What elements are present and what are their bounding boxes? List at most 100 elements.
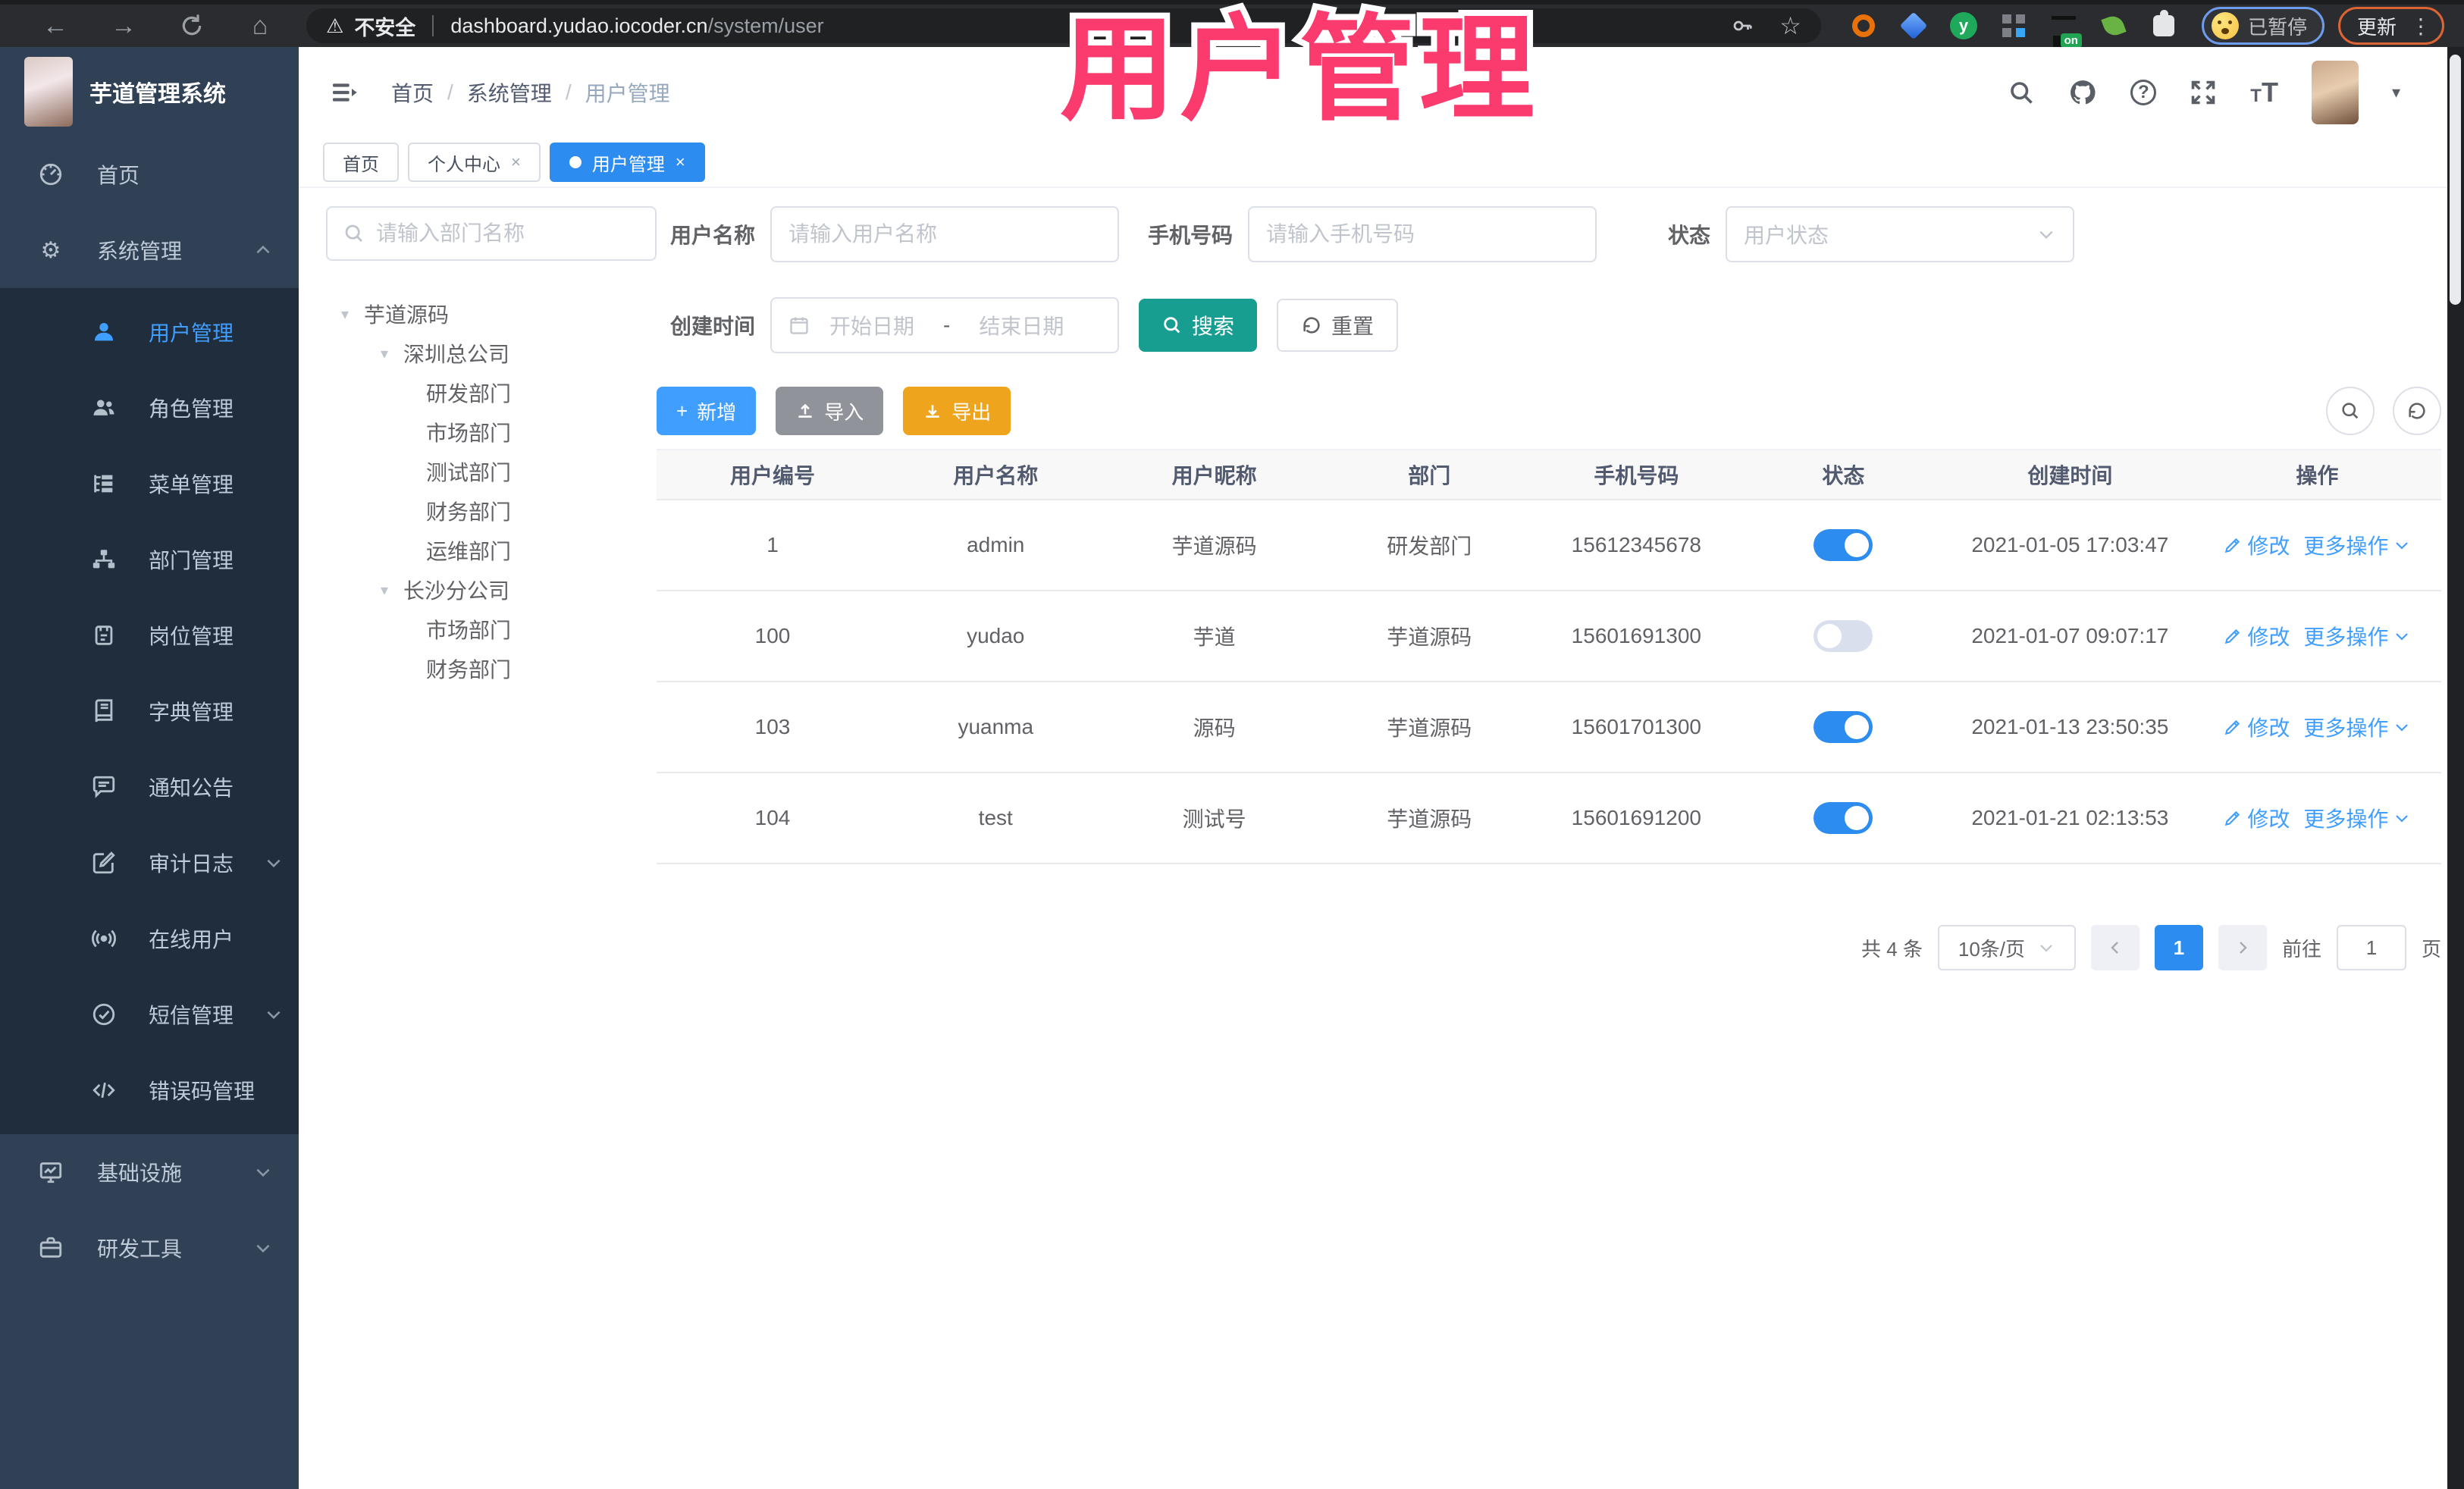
show-search-button[interactable]: [2326, 387, 2375, 435]
github-icon[interactable]: [2068, 78, 2097, 107]
key-icon[interactable]: [1731, 14, 1754, 37]
status-toggle[interactable]: [1814, 711, 1873, 743]
sidebar-item-errcode-mgmt[interactable]: 错误码管理: [0, 1052, 299, 1128]
username-field[interactable]: [770, 206, 1119, 262]
tree-node[interactable]: ▾ 芋道源码: [326, 294, 657, 334]
status-toggle[interactable]: [1814, 529, 1873, 561]
home-icon[interactable]: ⌂: [226, 11, 294, 41]
extension-grid-icon[interactable]: [1998, 11, 2029, 41]
sidebar-item-online-users[interactable]: 在线用户: [0, 901, 299, 976]
reset-button[interactable]: 重置: [1277, 299, 1399, 352]
sidebar-item-dict-mgmt[interactable]: 字典管理: [0, 673, 299, 749]
add-button[interactable]: + 新增: [657, 387, 757, 435]
dept-search-input[interactable]: [376, 221, 640, 246]
breadcrumb-item[interactable]: 首页: [391, 77, 434, 108]
refresh-button[interactable]: [2393, 387, 2441, 435]
status-select[interactable]: 用户状态: [1726, 206, 2074, 262]
sidebar-item-system[interactable]: ⚙ 系统管理: [0, 212, 299, 288]
tree-node[interactable]: 测试部门: [326, 452, 657, 491]
status-toggle[interactable]: [1814, 802, 1873, 834]
forward-icon[interactable]: →: [89, 11, 158, 41]
search-button[interactable]: 搜索: [1139, 299, 1258, 352]
caret-down-icon[interactable]: ▾: [375, 344, 394, 363]
close-icon[interactable]: ×: [676, 152, 685, 172]
edit-link[interactable]: 修改: [2223, 712, 2290, 742]
tree-node[interactable]: 市场部门: [326, 412, 657, 452]
sidebar-item-menu-mgmt[interactable]: 菜单管理: [0, 446, 299, 522]
sidebar-item-infra[interactable]: 基础设施: [0, 1134, 299, 1210]
current-page[interactable]: 1: [2154, 925, 2203, 970]
tab-home[interactable]: 首页: [323, 143, 399, 182]
browser-scrollbar[interactable]: [2447, 47, 2464, 1489]
sidebar-item-devtools[interactable]: 研发工具: [0, 1210, 299, 1286]
extension-gem-icon[interactable]: [1898, 11, 1929, 41]
extension-tampermonkey-icon[interactable]: on: [2049, 11, 2082, 48]
more-actions-link[interactable]: 更多操作: [2303, 530, 2411, 560]
scrollbar-thumb[interactable]: [2450, 55, 2461, 305]
tree-node[interactable]: ▾ 长沙分公司: [326, 570, 657, 610]
tree-node[interactable]: ▾ 深圳总公司: [326, 334, 657, 373]
app-logo-row[interactable]: 芋道管理系统: [0, 47, 299, 136]
export-button[interactable]: 导出: [903, 387, 1011, 435]
caret-down-icon[interactable]: ▾: [335, 305, 355, 324]
update-chip[interactable]: 更新 ⋮: [2337, 7, 2444, 45]
bookmark-star-icon[interactable]: ☆: [1779, 11, 1801, 40]
sidebar-item-role-mgmt[interactable]: 角色管理: [0, 370, 299, 446]
prev-page-button[interactable]: [2090, 925, 2140, 970]
help-icon[interactable]: ?: [2130, 80, 2157, 105]
tree-node[interactable]: 财务部门: [326, 649, 657, 688]
tree-node[interactable]: 运维部门: [326, 531, 657, 570]
sidebar-item-audit-log[interactable]: 审计日志: [0, 825, 299, 901]
extension-leaf-icon[interactable]: [2099, 11, 2129, 41]
font-size-icon[interactable]: TT: [2250, 77, 2278, 108]
extension-green-icon[interactable]: y: [1948, 11, 1979, 41]
tree-node[interactable]: 研发部门: [326, 373, 657, 412]
broadcast-icon: [89, 926, 118, 951]
profile-paused-chip[interactable]: 已暂停: [2201, 7, 2324, 45]
page-size-select[interactable]: 10条/页: [1937, 925, 2076, 970]
edit-link[interactable]: 修改: [2223, 803, 2290, 833]
username-input[interactable]: [788, 222, 1101, 246]
goto-page-input[interactable]: [2336, 925, 2406, 970]
sidebar-item-post-mgmt[interactable]: 岗位管理: [0, 597, 299, 673]
tab-user-mgmt[interactable]: 用户管理 ×: [549, 143, 705, 182]
hamburger-icon[interactable]: [329, 77, 359, 108]
sidebar-item-notice[interactable]: 通知公告: [0, 749, 299, 825]
more-actions-label: 更多操作: [2303, 716, 2389, 740]
caret-down-icon[interactable]: ▾: [375, 581, 394, 600]
edit-link[interactable]: 修改: [2223, 621, 2290, 651]
import-button[interactable]: 导入: [776, 387, 884, 435]
more-actions-link[interactable]: 更多操作: [2303, 803, 2411, 833]
mobile-input[interactable]: [1266, 222, 1578, 246]
sidebar-item-sms-mgmt[interactable]: 短信管理: [0, 976, 299, 1052]
status-toggle[interactable]: [1814, 620, 1873, 652]
fullscreen-icon[interactable]: [2190, 79, 2217, 106]
tree-node[interactable]: 财务部门: [326, 491, 657, 531]
mobile-field[interactable]: [1248, 206, 1597, 262]
sidebar-item-user-mgmt[interactable]: 用户管理: [0, 294, 299, 370]
sidebar-item-dept-mgmt[interactable]: 部门管理: [0, 522, 299, 597]
search-button-label: 搜索: [1192, 315, 1235, 338]
table-toolbar: + 新增 导入 导出: [657, 387, 2441, 435]
caret-down-icon[interactable]: ▾: [2392, 83, 2400, 102]
tree-node[interactable]: 市场部门: [326, 610, 657, 649]
date-end-placeholder: 结束日期: [979, 315, 1064, 338]
sidebar-item-home[interactable]: 首页: [0, 136, 299, 212]
date-range-picker[interactable]: 开始日期 - 结束日期: [770, 297, 1119, 353]
dept-search-box[interactable]: [326, 206, 657, 261]
edit-link[interactable]: 修改: [2223, 530, 2290, 560]
avatar[interactable]: [2311, 61, 2359, 124]
breadcrumb-item[interactable]: 系统管理: [467, 77, 552, 108]
extensions-puzzle-icon[interactable]: [2149, 10, 2179, 41]
more-actions-link[interactable]: 更多操作: [2303, 621, 2411, 651]
browser-menu-icon[interactable]: ⋮: [2410, 14, 2431, 39]
date-start-placeholder: 开始日期: [829, 315, 915, 338]
close-icon[interactable]: ×: [511, 152, 521, 172]
extension-orange-icon[interactable]: [1848, 11, 1879, 41]
search-icon[interactable]: [2008, 79, 2035, 106]
next-page-button[interactable]: [2218, 925, 2267, 970]
tab-profile[interactable]: 个人中心 ×: [408, 143, 541, 182]
more-actions-link[interactable]: 更多操作: [2303, 712, 2411, 742]
reload-icon[interactable]: [158, 14, 226, 38]
back-icon[interactable]: ←: [21, 11, 89, 41]
